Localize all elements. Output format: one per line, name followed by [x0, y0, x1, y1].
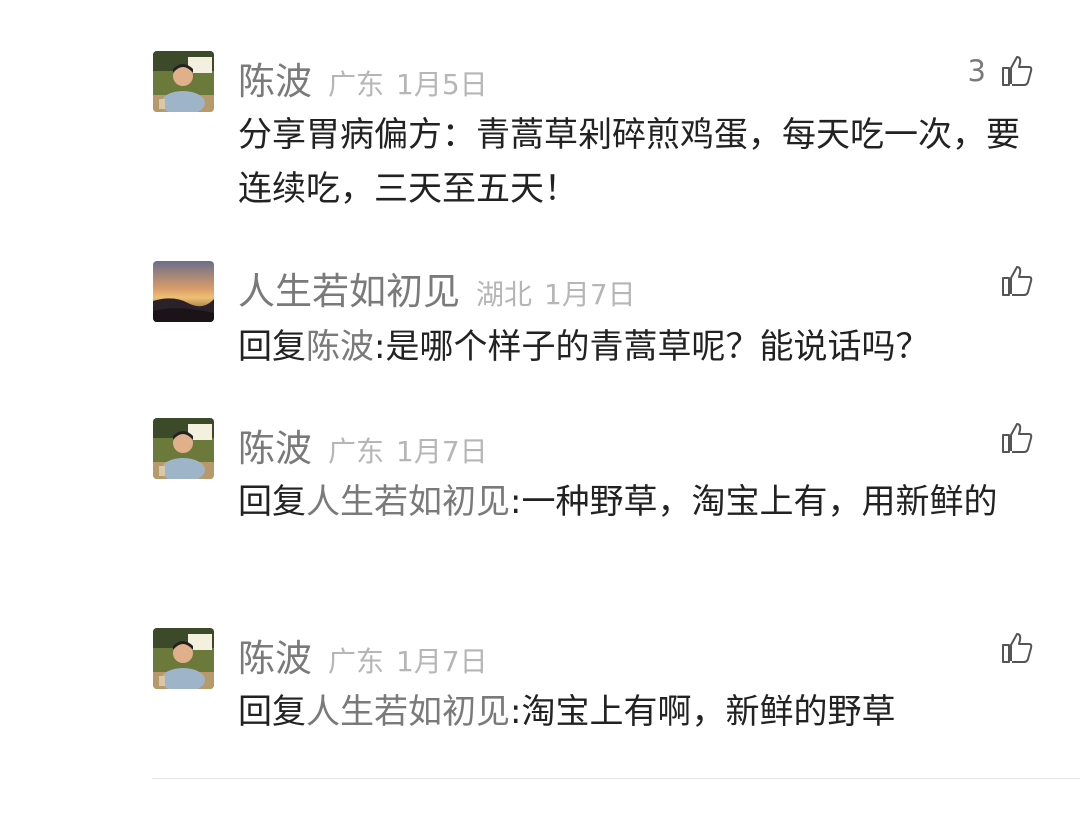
like-button[interactable]: 3	[968, 54, 1034, 88]
like-button[interactable]	[1000, 421, 1034, 455]
comment-date: 1月5日	[396, 68, 488, 101]
comment-text: 分享胃病偏方：青蒿草剁碎煎鸡蛋，每天吃一次，要连续吃，三天至五天！	[238, 108, 1043, 216]
avatar[interactable]	[153, 418, 214, 479]
author-region: 广东	[328, 435, 385, 468]
comment-text: 回复人生若如初见:一种野草，淘宝上有，用新鲜的	[238, 475, 1043, 529]
person-photo	[153, 51, 214, 112]
comment-text: 回复陈波:是哪个样子的青蒿草呢？能说话吗？	[238, 320, 1043, 374]
reply-prefix: 回复	[238, 327, 306, 367]
comment-meta: 陈波 广东 1月5日	[238, 51, 500, 105]
comment-date: 1月7日	[396, 645, 488, 678]
person-photo	[153, 418, 214, 479]
like-count: 3	[967, 54, 986, 88]
author-name[interactable]: 陈波	[238, 51, 312, 105]
comment-body: :是哪个样子的青蒿草呢？能说话吗？	[374, 327, 930, 367]
author-region: 广东	[328, 68, 385, 101]
reply-target[interactable]: 人生若如初见	[306, 482, 510, 522]
comment-date: 1月7日	[544, 278, 636, 311]
thumbs-up-icon	[1002, 633, 1033, 663]
author-name[interactable]: 陈波	[238, 628, 312, 682]
comment-body: :淘宝上有啊，新鲜的野草	[510, 692, 896, 732]
avatar[interactable]	[153, 628, 214, 689]
comment-meta: 人生若如初见 湖北 1月7日	[238, 261, 648, 315]
sunset-photo	[153, 261, 214, 322]
comment-body: 分享胃病偏方：青蒿草剁碎煎鸡蛋，每天吃一次，要连续吃，三天至五天！	[238, 115, 1020, 209]
avatar[interactable]	[153, 261, 214, 322]
thumbs-up-icon	[1002, 266, 1033, 296]
reply-prefix: 回复	[238, 692, 306, 732]
like-button[interactable]	[1000, 264, 1034, 298]
comment-meta: 陈波 广东 1月7日	[238, 628, 500, 682]
comment-text: 回复人生若如初见:淘宝上有啊，新鲜的野草	[238, 685, 1043, 739]
thumbs-up-icon	[1002, 423, 1033, 453]
reply-prefix: 回复	[238, 482, 306, 522]
thumbs-up-icon	[1002, 56, 1033, 86]
reply-target[interactable]: 陈波	[306, 327, 374, 367]
comment-meta: 陈波 广东 1月7日	[238, 418, 500, 472]
author-name[interactable]: 陈波	[238, 418, 312, 472]
reply-target[interactable]: 人生若如初见	[306, 692, 510, 732]
avatar[interactable]	[153, 51, 214, 112]
person-photo	[153, 628, 214, 689]
divider	[152, 778, 1080, 779]
comment-date: 1月7日	[396, 435, 488, 468]
author-region: 广东	[328, 645, 385, 678]
like-button[interactable]	[1000, 631, 1034, 665]
author-name[interactable]: 人生若如初见	[238, 261, 460, 315]
comment-list: 陈波 广东 1月5日 3 分享胃病偏方：青蒿草剁碎煎鸡蛋，每天吃一次，要连续吃，…	[0, 0, 1080, 820]
comment-body: :一种野草，淘宝上有，用新鲜的	[510, 482, 998, 522]
author-region: 湖北	[476, 278, 533, 311]
